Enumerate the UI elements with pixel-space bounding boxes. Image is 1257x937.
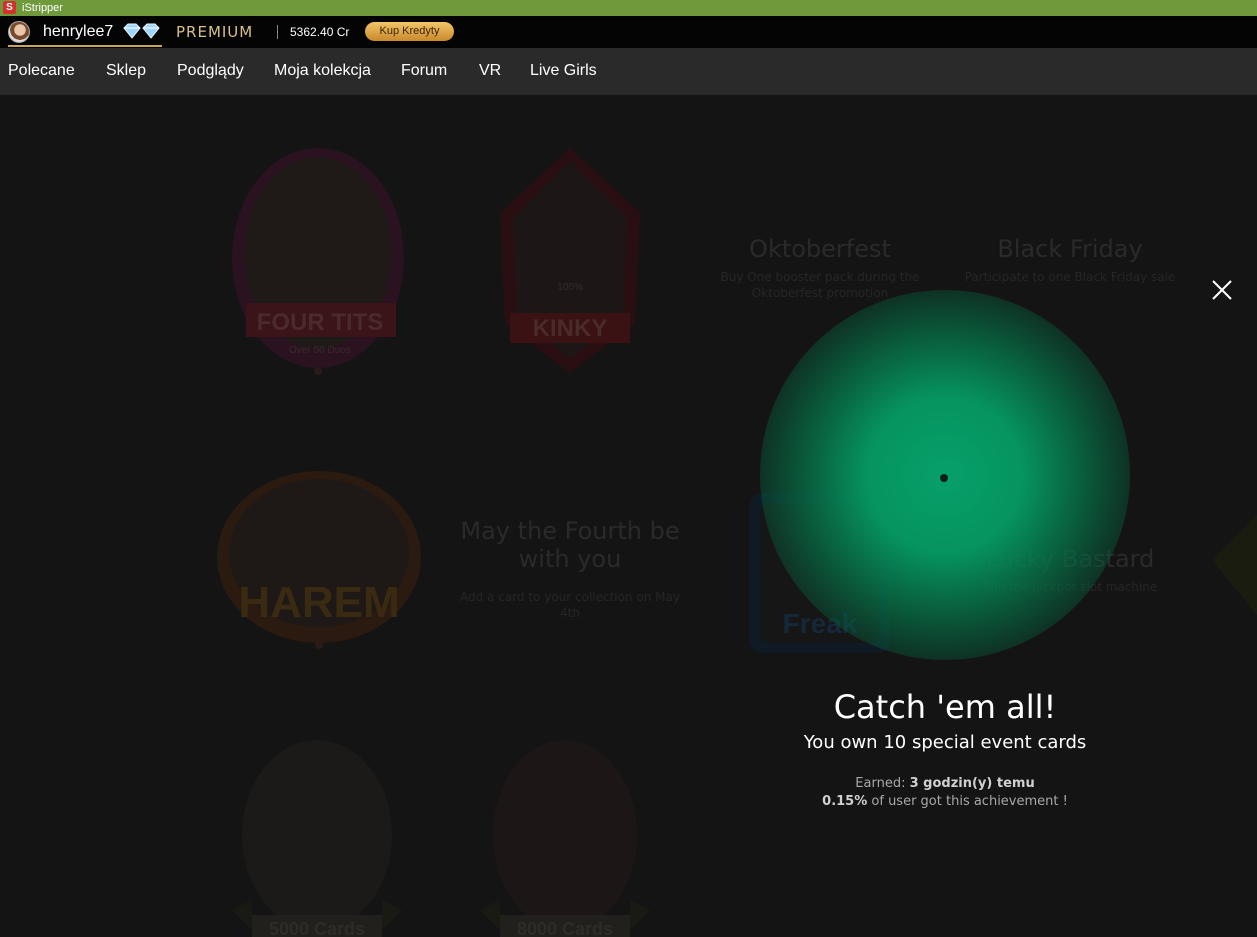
black-friday-desc: Participate to one Black Friday sale xyxy=(964,270,1176,284)
cards-5000-badge-title: 5000 Cards xyxy=(269,919,365,937)
premium-label: PREMIUM xyxy=(176,23,254,41)
username[interactable]: henrylee7 xyxy=(43,23,113,41)
kinky-badge: 100% KINKY xyxy=(500,148,640,373)
window-title: iStripper xyxy=(22,2,63,14)
main-nav: Polecane Sklep Podglądy Moja kolekcja Fo… xyxy=(0,48,1257,95)
cards-8000-badge: 8000 Cards xyxy=(480,740,650,937)
harem-badge-title: HAREM xyxy=(238,578,399,627)
user-underline xyxy=(8,45,162,47)
cards-5000-badge: 5000 Cards xyxy=(232,740,402,937)
achievement-subtitle: You own 10 special event cards xyxy=(803,732,1087,753)
nav-item-moja-kolekcja[interactable]: Moja kolekcja xyxy=(274,61,371,81)
may-fourth-desc: Add a card to your collection on May 4th xyxy=(460,590,680,620)
may-fourth-title: May the Fourth be with you xyxy=(460,517,680,573)
nav-item-sklep[interactable]: Sklep xyxy=(106,61,146,81)
percent-label: of user got this achievement ! xyxy=(871,794,1068,809)
nav-item-polecane[interactable]: Polecane xyxy=(8,61,75,81)
user-bar: henrylee7 PREMIUM 5362.40 Cr Kup Kredyty xyxy=(0,16,1257,48)
four-tits-badge-sub: Over 50 Duos xyxy=(289,345,351,356)
achievement-dot xyxy=(940,474,948,482)
nav-item-podglady[interactable]: Podglądy xyxy=(177,61,244,81)
percent-value: 0.15% xyxy=(822,794,868,809)
black-friday-title: Black Friday xyxy=(997,235,1143,263)
close-button[interactable] xyxy=(1208,276,1236,304)
four-tits-badge: FOUR TITS Over 50 Duos xyxy=(232,148,404,375)
kinky-badge-sub: 100% xyxy=(557,282,583,293)
cards-8000-badge-title: 8000 Cards xyxy=(517,919,613,937)
earned-label: Earned: xyxy=(855,776,906,791)
avatar[interactable] xyxy=(8,21,30,43)
harem-badge: HAREM xyxy=(217,471,421,649)
kinky-badge-title: KINKY xyxy=(533,315,608,342)
oktoberfest-title: Oktoberfest xyxy=(749,235,891,263)
credits-balance: 5362.40 Cr xyxy=(290,25,350,39)
diamond-icon xyxy=(123,23,160,39)
buy-credits-button[interactable]: Kup Kredyty xyxy=(365,22,454,41)
four-tits-badge-title: FOUR TITS xyxy=(257,309,384,336)
nav-item-live-girls[interactable]: Live Girls xyxy=(530,61,597,81)
app-logo-icon: S xyxy=(3,1,16,14)
window-titlebar: S iStripper xyxy=(0,0,1257,16)
achievement-title: Catch 'em all! xyxy=(833,688,1057,726)
nav-item-forum[interactable]: Forum xyxy=(401,61,447,81)
achievement-earned: Earned: 3 godzin(y) temu xyxy=(760,775,1130,792)
close-icon xyxy=(1212,280,1232,300)
nav-item-vr[interactable]: VR xyxy=(479,61,501,81)
partial-badge xyxy=(1212,515,1257,615)
achievement-percent: 0.15% of user got this achievement ! xyxy=(760,793,1130,810)
earned-value: 3 godzin(y) temu xyxy=(909,776,1035,791)
divider xyxy=(277,25,278,39)
